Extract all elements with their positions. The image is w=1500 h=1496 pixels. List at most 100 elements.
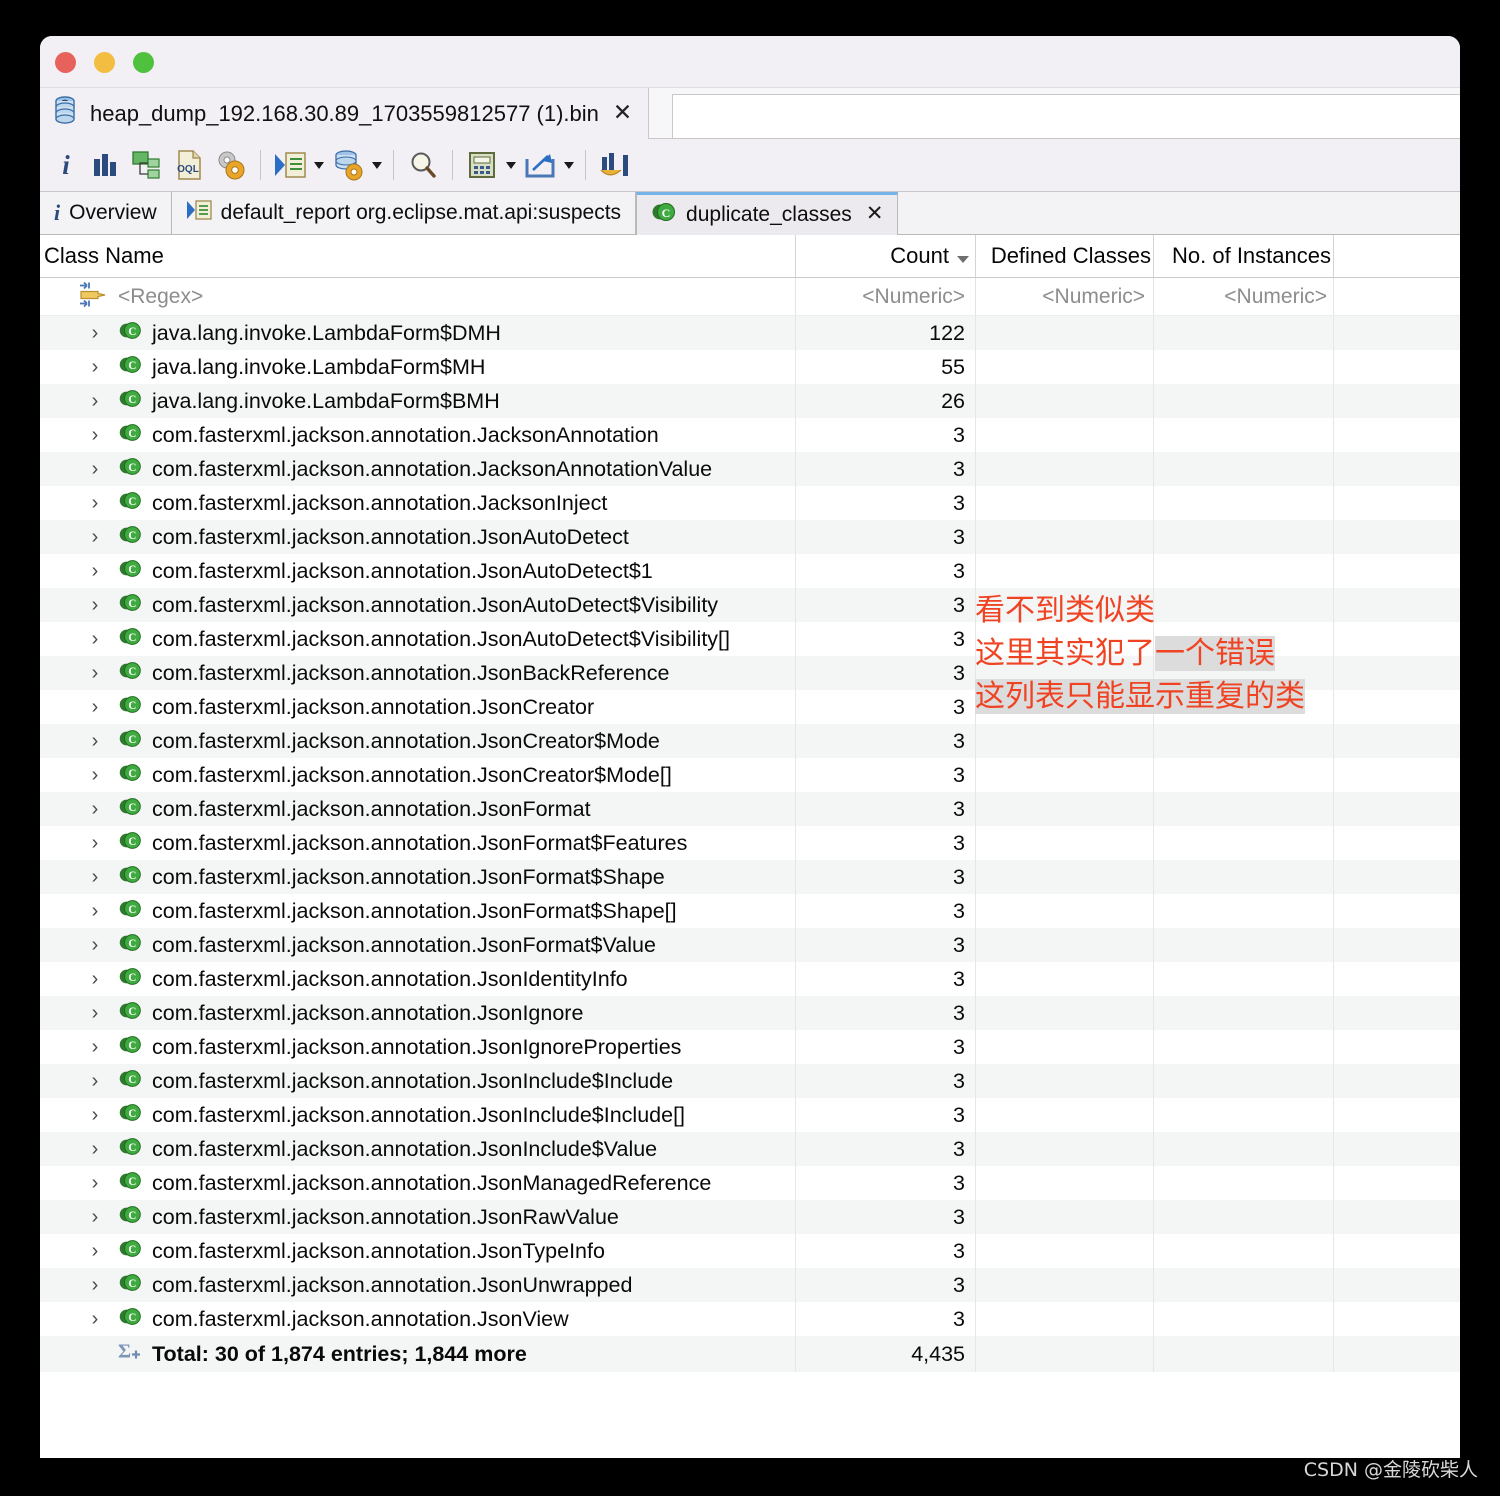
column-header-no-of-instances[interactable]: No. of Instances [1153, 235, 1333, 277]
class-icon: C [118, 590, 143, 620]
table-row[interactable]: › Ccom.fasterxml.jackson.annotation.JsonI… [40, 962, 1460, 996]
tab-default-report[interactable]: default_report org.eclipse.mat.api:suspe… [171, 192, 637, 234]
column-header-count[interactable]: Count [795, 235, 975, 277]
table-row[interactable]: › Ccom.fasterxml.jackson.annotation.JsonF… [40, 860, 1460, 894]
close-icon[interactable]: ✕ [611, 100, 634, 127]
table-row[interactable]: › Cjava.lang.invoke.LambdaForm$MH 55 [40, 350, 1460, 384]
table-row[interactable]: › Ccom.fasterxml.jackson.annotation.JsonA… [40, 520, 1460, 554]
expand-row-icon[interactable]: › [86, 418, 104, 452]
table-row[interactable]: › Ccom.fasterxml.jackson.annotation.JsonI… [40, 996, 1460, 1030]
expand-row-icon[interactable]: › [86, 826, 104, 860]
expand-row-icon[interactable]: › [86, 1064, 104, 1098]
svg-text:C: C [128, 802, 136, 814]
expand-row-icon[interactable]: › [86, 1234, 104, 1268]
table-row[interactable]: › Ccom.fasterxml.jackson.annotation.JsonF… [40, 792, 1460, 826]
search-icon[interactable] [402, 144, 444, 186]
expand-row-icon[interactable]: › [86, 1200, 104, 1234]
expand-row-icon[interactable]: › [86, 860, 104, 894]
table-row[interactable]: › Ccom.fasterxml.jackson.annotation.Jacks… [40, 452, 1460, 486]
table-row[interactable]: › Ccom.fasterxml.jackson.annotation.JsonC… [40, 724, 1460, 758]
table-row[interactable]: › Ccom.fasterxml.jackson.annotation.JsonI… [40, 1132, 1460, 1166]
table-row[interactable]: › Ccom.fasterxml.jackson.annotation.Jacks… [40, 486, 1460, 520]
table-row[interactable]: › Ccom.fasterxml.jackson.annotation.JsonF… [40, 826, 1460, 860]
table-row[interactable]: › Ccom.fasterxml.jackson.annotation.JsonF… [40, 894, 1460, 928]
oql-icon[interactable]: OQL [168, 144, 210, 186]
dominator-tree-icon[interactable] [126, 144, 168, 186]
table-row[interactable]: › Ccom.fasterxml.jackson.annotation.JsonI… [40, 1098, 1460, 1132]
close-icon[interactable]: ✕ [866, 203, 884, 226]
expand-row-icon[interactable]: › [86, 656, 104, 690]
expand-row-icon[interactable]: › [86, 316, 104, 350]
svg-text:C: C [128, 530, 136, 542]
filter-class-name-input[interactable]: <Regex> [40, 278, 795, 315]
column-header-defined-classes[interactable]: Defined Classes [975, 235, 1153, 277]
inspect-gear-icon[interactable] [210, 144, 252, 186]
expand-row-icon[interactable]: › [86, 962, 104, 996]
table-row[interactable]: › Ccom.fasterxml.jackson.annotation.JsonI… [40, 1030, 1460, 1064]
expand-row-icon[interactable]: › [86, 1166, 104, 1200]
table-row[interactable]: › Ccom.fasterxml.jackson.annotation.JsonA… [40, 554, 1460, 588]
filter-no-of-instances-input[interactable]: <Numeric> [1153, 278, 1333, 315]
column-header-class-name[interactable]: Class Name [40, 235, 795, 277]
table-row[interactable]: › Ccom.fasterxml.jackson.annotation.JsonC… [40, 758, 1460, 792]
file-tab-heap-dump[interactable]: heap_dump_192.168.30.89_1703559812577 (1… [40, 88, 650, 139]
expand-row-icon[interactable]: › [86, 724, 104, 758]
expand-row-icon[interactable]: › [86, 452, 104, 486]
export-dropdown-arrow[interactable] [561, 144, 577, 186]
run-report-icon[interactable] [269, 144, 311, 186]
expand-row-icon[interactable]: › [86, 588, 104, 622]
heap-settings-dropdown-arrow[interactable] [369, 144, 385, 186]
table-row[interactable]: › Ccom.fasterxml.jackson.annotation.JsonM… [40, 1166, 1460, 1200]
expand-row-icon[interactable]: › [86, 1268, 104, 1302]
filter-count-input[interactable]: <Numeric> [795, 278, 975, 315]
expand-row-icon[interactable]: › [86, 758, 104, 792]
expand-row-icon[interactable]: › [86, 690, 104, 724]
expand-row-icon[interactable]: › [86, 928, 104, 962]
table-filter-row[interactable]: <Regex> <Numeric> <Numeric> <Numeric> [40, 278, 1460, 316]
row-defined-classes-cell [975, 1234, 1153, 1268]
table-row[interactable]: › Ccom.fasterxml.jackson.annotation.JsonF… [40, 928, 1460, 962]
expand-row-icon[interactable]: › [86, 1030, 104, 1064]
table-row[interactable]: › Cjava.lang.invoke.LambdaForm$DMH 122 [40, 316, 1460, 350]
info-icon[interactable]: i [48, 144, 84, 186]
expand-row-icon[interactable]: › [86, 520, 104, 554]
table-row[interactable]: › Ccom.fasterxml.jackson.annotation.JsonT… [40, 1234, 1460, 1268]
histogram-icon[interactable] [84, 144, 126, 186]
expand-row-icon[interactable]: › [86, 1098, 104, 1132]
expand-row-icon[interactable]: › [86, 792, 104, 826]
table-row[interactable]: › Ccom.fasterxml.jackson.annotation.JsonV… [40, 1302, 1460, 1336]
table-row[interactable]: › Ccom.fasterxml.jackson.annotation.JsonU… [40, 1268, 1460, 1302]
table-row[interactable]: › Ccom.fasterxml.jackson.annotation.JsonI… [40, 1064, 1460, 1098]
expand-row-icon[interactable]: › [86, 996, 104, 1030]
minimize-window-button[interactable] [94, 52, 115, 73]
expand-row-icon[interactable]: › [86, 486, 104, 520]
tab-duplicate-classes[interactable]: C duplicate_classes ✕ [636, 192, 899, 235]
expand-row-icon[interactable]: › [86, 554, 104, 588]
expand-row-icon[interactable]: › [86, 1132, 104, 1166]
close-window-button[interactable] [55, 52, 76, 73]
compare-histogram-icon[interactable] [594, 144, 636, 186]
table-row[interactable]: › Ccom.fasterxml.jackson.annotation.JsonB… [40, 656, 1460, 690]
expand-row-icon[interactable]: › [86, 350, 104, 384]
table-row[interactable]: › Ccom.fasterxml.jackson.annotation.JsonR… [40, 1200, 1460, 1234]
table-row[interactable]: › Ccom.fasterxml.jackson.annotation.JsonA… [40, 588, 1460, 622]
expand-row-icon[interactable]: › [86, 894, 104, 928]
table-row[interactable]: › Ccom.fasterxml.jackson.annotation.JsonC… [40, 690, 1460, 724]
table-row[interactable]: › Cjava.lang.invoke.LambdaForm$BMH 26 [40, 384, 1460, 418]
table-row[interactable]: › Ccom.fasterxml.jackson.annotation.JsonA… [40, 622, 1460, 656]
filter-defined-classes-input[interactable]: <Numeric> [975, 278, 1153, 315]
export-icon[interactable] [519, 144, 561, 186]
expand-row-icon[interactable]: › [86, 384, 104, 418]
table-row[interactable]: › Ccom.fasterxml.jackson.annotation.Jacks… [40, 418, 1460, 452]
calculator-icon[interactable] [461, 144, 503, 186]
run-report-dropdown-arrow[interactable] [311, 144, 327, 186]
maximize-window-button[interactable] [133, 52, 154, 73]
class-icon: C [118, 692, 143, 722]
row-class-name: com.fasterxml.jackson.annotation.JsonAut… [152, 524, 629, 549]
tab-overview[interactable]: i Overview [40, 192, 172, 234]
expand-row-icon[interactable]: › [86, 622, 104, 656]
calculator-dropdown-arrow[interactable] [503, 144, 519, 186]
heap-settings-icon[interactable] [327, 144, 369, 186]
expand-row-icon[interactable]: › [86, 1302, 104, 1336]
class-icon: C [118, 998, 143, 1028]
